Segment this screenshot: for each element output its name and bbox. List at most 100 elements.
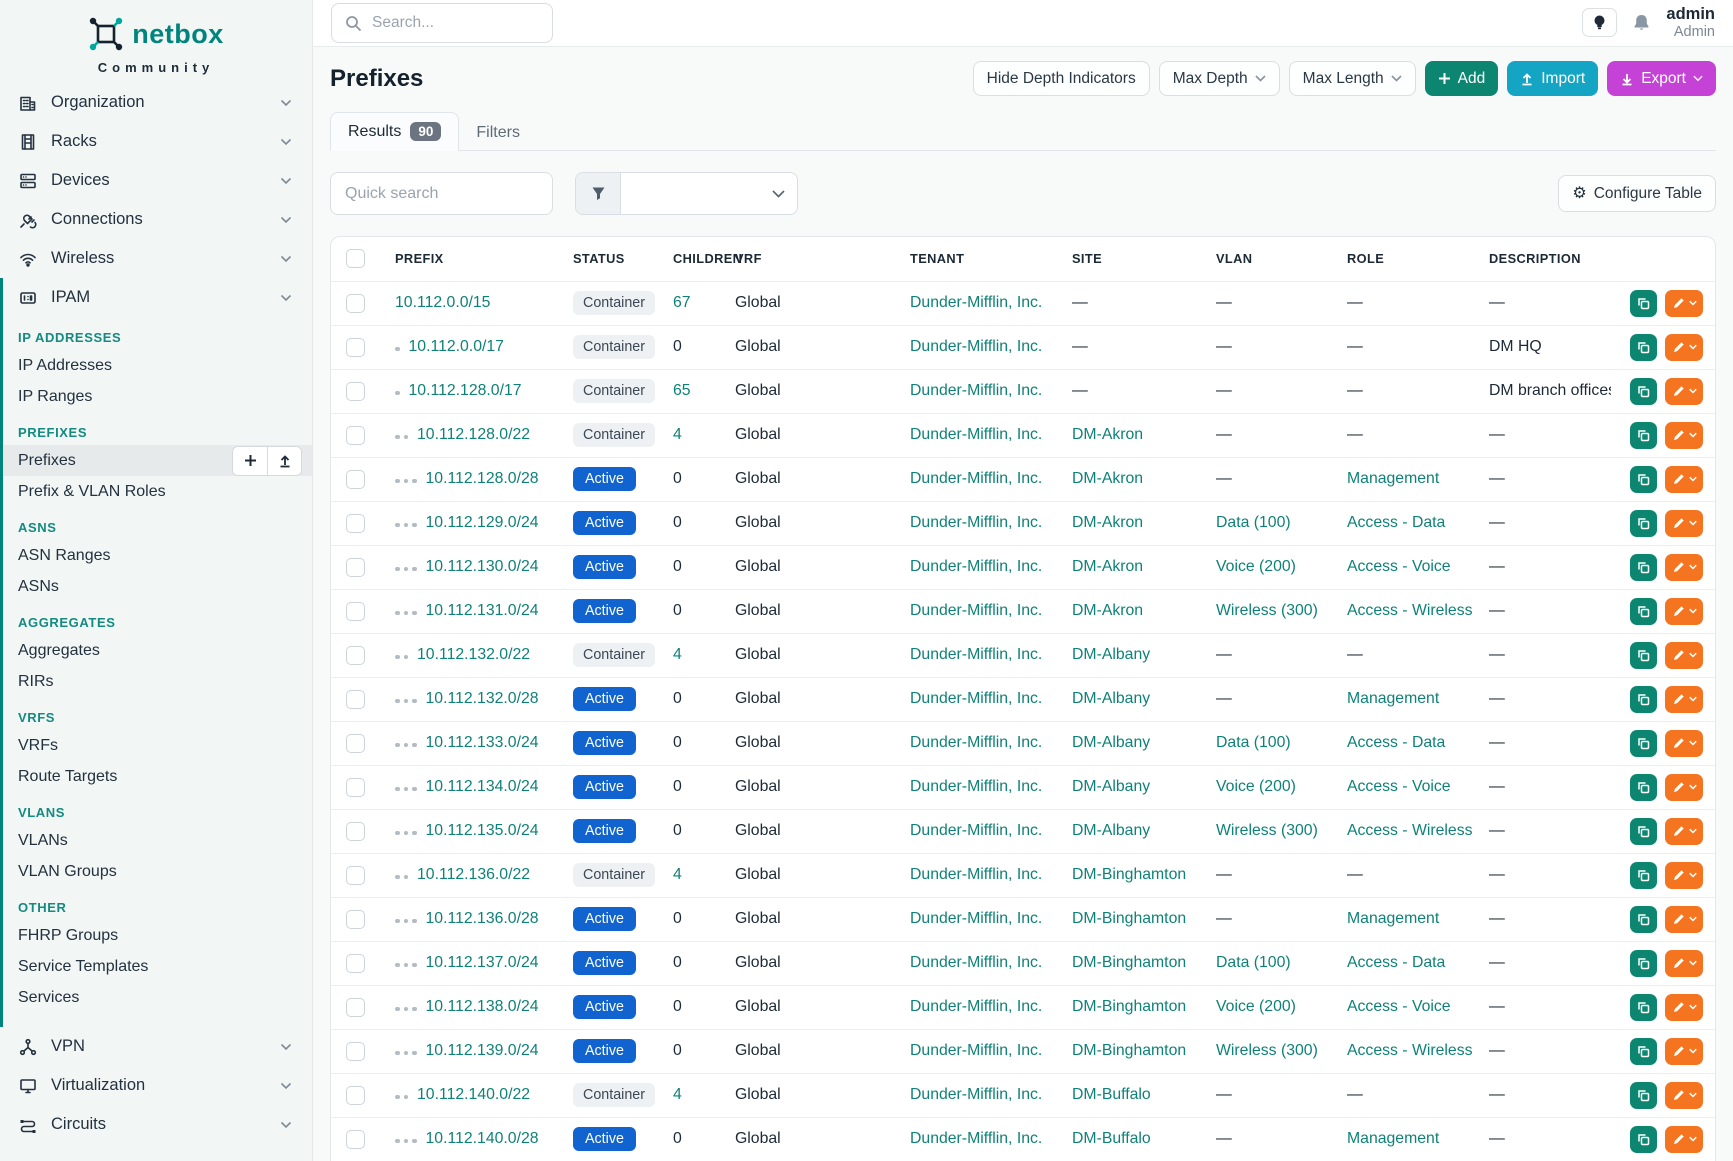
edit-button[interactable] <box>1665 686 1703 713</box>
site-value[interactable]: DM-Albany <box>1072 734 1150 751</box>
prefix-link[interactable]: 10.112.0.0/17 <box>409 338 504 355</box>
tab-filters[interactable]: Filters <box>459 115 537 151</box>
site-value[interactable]: DM-Binghamton <box>1072 866 1186 883</box>
site-value[interactable]: DM-Buffalo <box>1072 1086 1151 1103</box>
prefix-link[interactable]: 10.112.128.0/17 <box>409 382 522 399</box>
vlan-value[interactable]: Voice (200) <box>1216 998 1296 1015</box>
prefix-link[interactable]: 10.112.135.0/24 <box>426 822 539 839</box>
select-all-checkbox[interactable] <box>346 249 365 268</box>
copy-button[interactable] <box>1630 774 1657 801</box>
quick-add-button[interactable] <box>233 447 267 475</box>
row-checkbox[interactable] <box>346 1086 365 1105</box>
edit-button[interactable] <box>1665 1082 1703 1109</box>
copy-button[interactable] <box>1630 686 1657 713</box>
vlan-value[interactable]: Data (100) <box>1216 734 1291 751</box>
tenant-link[interactable]: Dunder-Mifflin, Inc. <box>910 1130 1042 1147</box>
children-count[interactable]: 67 <box>673 294 691 311</box>
tenant-link[interactable]: Dunder-Mifflin, Inc. <box>910 514 1042 531</box>
prefix-link[interactable]: 10.112.136.0/22 <box>417 866 530 883</box>
site-value[interactable]: DM-Akron <box>1072 558 1143 575</box>
site-value[interactable]: DM-Binghamton <box>1072 910 1186 927</box>
vlan-value[interactable]: Voice (200) <box>1216 778 1296 795</box>
row-checkbox[interactable] <box>346 646 365 665</box>
copy-button[interactable] <box>1630 1126 1657 1153</box>
copy-button[interactable] <box>1630 1082 1657 1109</box>
vlan-value[interactable]: Data (100) <box>1216 954 1291 971</box>
tenant-link[interactable]: Dunder-Mifflin, Inc. <box>910 382 1042 399</box>
row-checkbox[interactable] <box>346 734 365 753</box>
prefix-link[interactable]: 10.112.129.0/24 <box>426 514 539 531</box>
prefix-link[interactable]: 10.112.134.0/24 <box>426 778 539 795</box>
sidebar-item-ipam[interactable]: IPAM <box>3 278 312 317</box>
edit-button[interactable] <box>1665 642 1703 669</box>
prefix-link[interactable]: 10.112.136.0/28 <box>426 910 539 927</box>
role-value[interactable]: Management <box>1347 1130 1439 1147</box>
copy-button[interactable] <box>1630 466 1657 493</box>
sidebar-item-ip-ranges[interactable]: IP Ranges <box>3 381 312 412</box>
role-value[interactable]: Access - Voice <box>1347 778 1451 795</box>
row-checkbox[interactable] <box>346 1130 365 1149</box>
role-value[interactable]: Management <box>1347 690 1439 707</box>
notifications-button[interactable] <box>1632 13 1651 33</box>
role-value[interactable]: Access - Data <box>1347 734 1445 751</box>
role-value[interactable]: Access - Data <box>1347 514 1445 531</box>
edit-button[interactable] <box>1665 906 1703 933</box>
row-checkbox[interactable] <box>346 382 365 401</box>
quick-search-input[interactable] <box>330 172 553 215</box>
edit-button[interactable] <box>1665 598 1703 625</box>
edit-button[interactable] <box>1665 994 1703 1021</box>
prefix-link[interactable]: 10.112.130.0/24 <box>426 558 539 575</box>
tenant-link[interactable]: Dunder-Mifflin, Inc. <box>910 294 1042 311</box>
copy-button[interactable] <box>1630 994 1657 1021</box>
edit-button[interactable] <box>1665 290 1703 317</box>
children-count[interactable]: 65 <box>673 382 691 399</box>
copy-button[interactable] <box>1630 378 1657 405</box>
max-depth-dropdown[interactable]: Max Depth <box>1159 61 1280 96</box>
user-menu[interactable]: admin Admin <box>1666 5 1715 41</box>
row-checkbox[interactable] <box>346 1042 365 1061</box>
max-length-dropdown[interactable]: Max Length <box>1289 61 1416 96</box>
export-button[interactable]: Export <box>1607 61 1716 96</box>
prefix-link[interactable]: 10.112.0.0/15 <box>395 294 490 311</box>
children-count[interactable]: 4 <box>673 866 682 883</box>
configure-table-button[interactable]: ⚙ Configure Table <box>1558 175 1716 212</box>
row-checkbox[interactable] <box>346 866 365 885</box>
prefix-link[interactable]: 10.112.139.0/24 <box>426 1042 539 1059</box>
role-value[interactable]: Management <box>1347 470 1439 487</box>
prefix-link[interactable]: 10.112.140.0/28 <box>426 1130 539 1147</box>
prefix-link[interactable]: 10.112.133.0/24 <box>426 734 539 751</box>
prefix-link[interactable]: 10.112.132.0/28 <box>426 690 539 707</box>
tenant-link[interactable]: Dunder-Mifflin, Inc. <box>910 954 1042 971</box>
sidebar-item-asn-ranges[interactable]: ASN Ranges <box>3 540 312 571</box>
brand-logo[interactable]: netbox Community <box>0 0 312 83</box>
copy-button[interactable] <box>1630 730 1657 757</box>
tenant-link[interactable]: Dunder-Mifflin, Inc. <box>910 822 1042 839</box>
sidebar-item-ip-addresses[interactable]: IP Addresses <box>3 350 312 381</box>
copy-button[interactable] <box>1630 818 1657 845</box>
site-value[interactable]: DM-Albany <box>1072 778 1150 795</box>
tenant-link[interactable]: Dunder-Mifflin, Inc. <box>910 778 1042 795</box>
sidebar-item-rirs[interactable]: RIRs <box>3 666 312 697</box>
site-value[interactable]: DM-Binghamton <box>1072 1042 1186 1059</box>
theme-toggle-button[interactable] <box>1582 8 1617 37</box>
site-value[interactable]: DM-Binghamton <box>1072 954 1186 971</box>
row-checkbox[interactable] <box>346 470 365 489</box>
role-value[interactable]: Management <box>1347 910 1439 927</box>
edit-button[interactable] <box>1665 510 1703 537</box>
sidebar-item-services[interactable]: Services <box>3 982 312 1013</box>
copy-button[interactable] <box>1630 510 1657 537</box>
role-value[interactable]: Access - Wireless <box>1347 602 1473 619</box>
sidebar-item-prefix-vlan-roles[interactable]: Prefix & VLAN Roles <box>3 476 312 507</box>
copy-button[interactable] <box>1630 642 1657 669</box>
edit-button[interactable] <box>1665 730 1703 757</box>
row-checkbox[interactable] <box>346 294 365 313</box>
edit-button[interactable] <box>1665 1038 1703 1065</box>
sidebar-item-aggregates[interactable]: Aggregates <box>3 635 312 666</box>
vlan-value[interactable]: Voice (200) <box>1216 558 1296 575</box>
edit-button[interactable] <box>1665 818 1703 845</box>
edit-button[interactable] <box>1665 422 1703 449</box>
edit-button[interactable] <box>1665 334 1703 361</box>
site-value[interactable]: DM-Binghamton <box>1072 998 1186 1015</box>
role-value[interactable]: Access - Voice <box>1347 558 1451 575</box>
tenant-link[interactable]: Dunder-Mifflin, Inc. <box>910 910 1042 927</box>
